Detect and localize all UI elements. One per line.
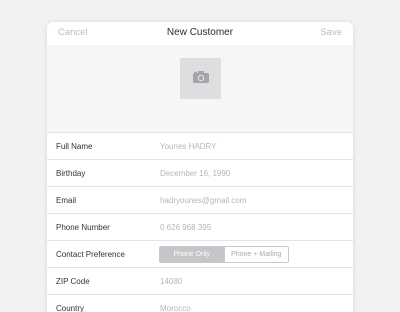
add-photo-button[interactable] xyxy=(180,58,221,99)
birthday-field[interactable]: December 16, 1990 xyxy=(160,169,230,178)
phone-field[interactable]: 0 626 968 395 xyxy=(160,223,211,232)
page-title: New Customer xyxy=(47,27,353,38)
contact-preference-row: Contact Preference Phone Only Phone + Ma… xyxy=(47,241,353,268)
contact-preference-segmented-control[interactable]: Phone Only Phone + Mailing xyxy=(159,246,289,263)
phone-row[interactable]: Phone Number 0 626 968 395 xyxy=(47,214,353,241)
zip-code-row[interactable]: ZIP Code 14080 xyxy=(47,268,353,295)
birthday-row[interactable]: Birthday December 16, 1990 xyxy=(47,160,353,187)
photo-area xyxy=(47,45,353,133)
zip-code-label: ZIP Code xyxy=(56,277,90,286)
full-name-label: Full Name xyxy=(56,142,92,151)
country-field[interactable]: Morocco xyxy=(160,304,191,312)
segment-phone-mailing[interactable]: Phone + Mailing xyxy=(224,247,289,262)
country-label: Country xyxy=(56,304,84,312)
full-name-row[interactable]: Full Name Younes HADRY xyxy=(47,133,353,160)
email-row[interactable]: Email hadryounes@gmail.com xyxy=(47,187,353,214)
phone-label: Phone Number xyxy=(56,223,110,232)
navigation-bar: Cancel New Customer Save xyxy=(47,22,353,45)
full-name-field[interactable]: Younes HADRY xyxy=(160,142,216,151)
segment-phone-only[interactable]: Phone Only xyxy=(160,247,224,262)
email-label: Email xyxy=(56,196,76,205)
birthday-label: Birthday xyxy=(56,169,85,178)
new-customer-form: Cancel New Customer Save Full Name Youne… xyxy=(47,22,353,312)
camera-icon xyxy=(193,70,209,88)
email-field[interactable]: hadryounes@gmail.com xyxy=(160,196,246,205)
contact-preference-label: Contact Preference xyxy=(56,250,125,259)
save-button[interactable]: Save xyxy=(320,27,342,38)
zip-code-field[interactable]: 14080 xyxy=(160,277,182,286)
country-row[interactable]: Country Morocco xyxy=(47,295,353,312)
